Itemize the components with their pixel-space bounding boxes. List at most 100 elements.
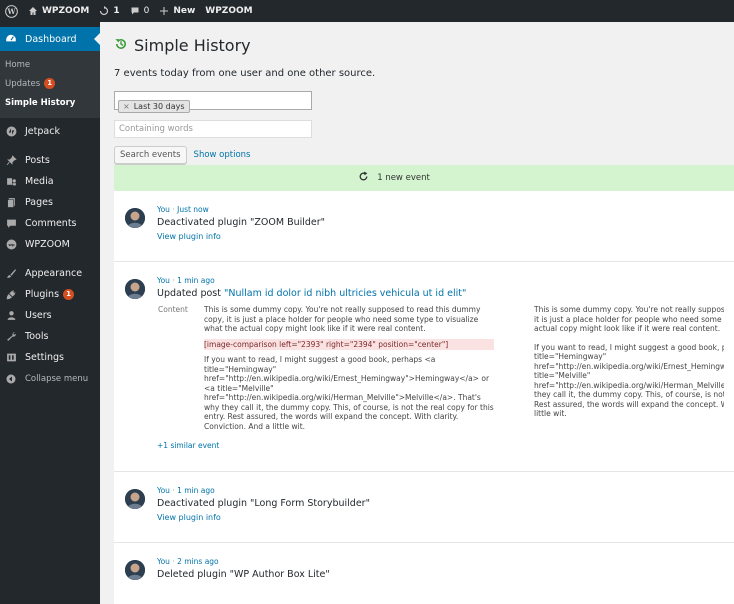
dashboard-submenu: Home Updates 1 Simple History (0, 51, 100, 118)
admin-bar-updates[interactable]: 1 (94, 0, 124, 22)
sidebar-subitem-simple-history[interactable]: Simple History (0, 93, 100, 112)
sidebar-item-posts[interactable]: Posts (0, 150, 100, 171)
event-item: You · Just now Deactivated plugin "ZOOM … (114, 191, 734, 262)
diff-new-column: This is some dummy copy. You're not real… (504, 305, 724, 440)
collapse-menu-button[interactable]: Collapse menu (0, 368, 100, 389)
view-plugin-info-link[interactable]: View plugin info (157, 513, 734, 522)
admin-bar-site[interactable]: WPZOOM (23, 0, 94, 22)
sidebar-item-plugins[interactable]: Plugins 1 (0, 284, 100, 305)
avatar (125, 560, 145, 580)
plugins-badge: 1 (63, 289, 75, 300)
sidebar-item-label: Settings (25, 352, 64, 363)
sidebar-subitem-updates[interactable]: Updates 1 (0, 74, 100, 93)
diff-new-paragraph: This is some dummy copy. You're not real… (534, 305, 724, 333)
event-item: You · 1 min ago Deactivated plugin "Long… (114, 472, 734, 543)
wrench-icon (5, 331, 17, 343)
sidebar-item-tools[interactable]: Tools (0, 326, 100, 347)
diff-old-paragraph: If you want to read, I might suggest a g… (204, 355, 494, 431)
dashboard-icon (5, 33, 17, 45)
svg-text:W: W (6, 7, 16, 16)
pushpin-icon (5, 155, 17, 167)
sidebar-item-jetpack[interactable]: Jetpack (0, 121, 100, 142)
post-title-link[interactable]: "Nullam id dolor id nibh ultricies vehic… (224, 288, 466, 299)
event-meta: You · 2 mins ago (157, 557, 219, 566)
sidebar-item-dashboard[interactable]: Dashboard (0, 27, 100, 51)
sidebar-item-label: Jetpack (25, 126, 60, 137)
sidebar-item-label: Appearance (25, 268, 83, 279)
similar-events-link[interactable]: +1 similar event (157, 441, 734, 450)
event-time[interactable]: Just now (177, 205, 209, 214)
wpzoom-label: WPZOOM (205, 6, 253, 16)
view-plugin-info-link[interactable]: View plugin info (157, 232, 734, 241)
collapse-menu-label: Collapse menu (25, 373, 89, 384)
collapse-icon (5, 373, 17, 385)
updates-badge: 1 (44, 78, 56, 89)
sidebar-item-pages[interactable]: Pages (0, 192, 100, 213)
sidebar-item-label: Tools (25, 331, 49, 342)
sidebar-item-media[interactable]: Media (0, 171, 100, 192)
admin-bar-new[interactable]: New (154, 0, 200, 22)
date-range-select[interactable]: × Last 30 days (114, 91, 312, 113)
sidebar-item-label: Pages (25, 197, 53, 208)
remove-chip-icon[interactable]: × (123, 102, 130, 111)
main-content: Simple History 7 events today from one u… (114, 22, 734, 604)
comments-icon (5, 218, 17, 230)
admin-bar-wpzoom[interactable]: WPZOOM (200, 0, 257, 22)
search-actions: Search events Show options (114, 146, 734, 164)
event-time[interactable]: 1 min ago (177, 486, 215, 495)
new-events-notice[interactable]: 1 new event (114, 165, 734, 191)
search-events-button[interactable]: Search events (114, 146, 187, 164)
admin-bar-comments[interactable]: 0 (125, 0, 155, 22)
page-title-text: Simple History (134, 35, 251, 55)
event-user[interactable]: You (157, 205, 170, 214)
date-range-chip[interactable]: × Last 30 days (118, 100, 190, 113)
users-icon (5, 310, 17, 322)
date-range-chip-label: Last 30 days (133, 102, 185, 111)
event-meta: You · Just now (157, 205, 209, 214)
history-icon (114, 36, 128, 55)
diff-new-paragraph: If you want to read, I might suggest a g… (534, 342, 724, 419)
admin-bar: W WPZOOM 1 0 New WPZOOM (0, 0, 734, 22)
updates-count: 1 (113, 6, 120, 16)
new-events-label: 1 new event (377, 173, 430, 183)
avatar (125, 489, 145, 509)
sidebar-item-label: Dashboard (25, 33, 77, 45)
comments-count: 0 (143, 6, 150, 16)
event-user[interactable]: You (157, 557, 170, 566)
event-text: Deactivated plugin "ZOOM Builder" (157, 217, 326, 228)
admin-sidebar: Dashboard Home Updates 1 Simple History … (0, 22, 100, 604)
sidebar-item-appearance[interactable]: Appearance (0, 263, 100, 284)
avatar (125, 208, 145, 228)
event-text: Deactivated plugin "Long Form Storybuild… (157, 498, 370, 509)
refresh-icon (358, 171, 369, 185)
sidebar-subitem-home[interactable]: Home (0, 55, 100, 74)
sidebar-item-label: Comments (25, 218, 77, 229)
sidebar-item-label: Users (25, 310, 52, 321)
plugin-icon (5, 289, 17, 301)
event-list: 1 new event You · Just now Deactivated p… (114, 165, 734, 604)
diff-label: Content (158, 305, 188, 314)
diff-old-column: This is some dummy copy. You're not real… (204, 305, 504, 440)
event-text: Deleted plugin "WP Author Box Lite" (157, 569, 330, 580)
page-title: Simple History (114, 34, 734, 56)
event-meta: You · 1 min ago (157, 486, 215, 495)
diff-removed-line: [image-comparison left="2393" right="239… (204, 338, 494, 350)
wpzoom-icon: wp (5, 239, 17, 251)
wordpress-logo-icon[interactable]: W (0, 0, 23, 22)
sidebar-item-wpzoom[interactable]: wp WPZOOM (0, 234, 100, 255)
search-words-input[interactable]: Containing words (114, 120, 312, 138)
event-time[interactable]: 2 mins ago (177, 557, 219, 566)
event-user[interactable]: You (157, 276, 170, 285)
sidebar-item-settings[interactable]: Settings (0, 347, 100, 368)
event-user[interactable]: You (157, 486, 170, 495)
sidebar-item-label: Plugins (25, 289, 60, 300)
media-icon (5, 176, 17, 188)
sidebar-item-users[interactable]: Users (0, 305, 100, 326)
event-time[interactable]: 1 min ago (177, 276, 215, 285)
refresh-icon (100, 6, 109, 16)
site-name: WPZOOM (42, 6, 90, 16)
event-item: You · 2 mins ago Deleted plugin "WP Auth… (114, 543, 734, 604)
sidebar-item-comments[interactable]: Comments (0, 213, 100, 234)
show-options-link[interactable]: Show options (194, 150, 251, 160)
sidebar-item-label: WPZOOM (25, 239, 70, 250)
